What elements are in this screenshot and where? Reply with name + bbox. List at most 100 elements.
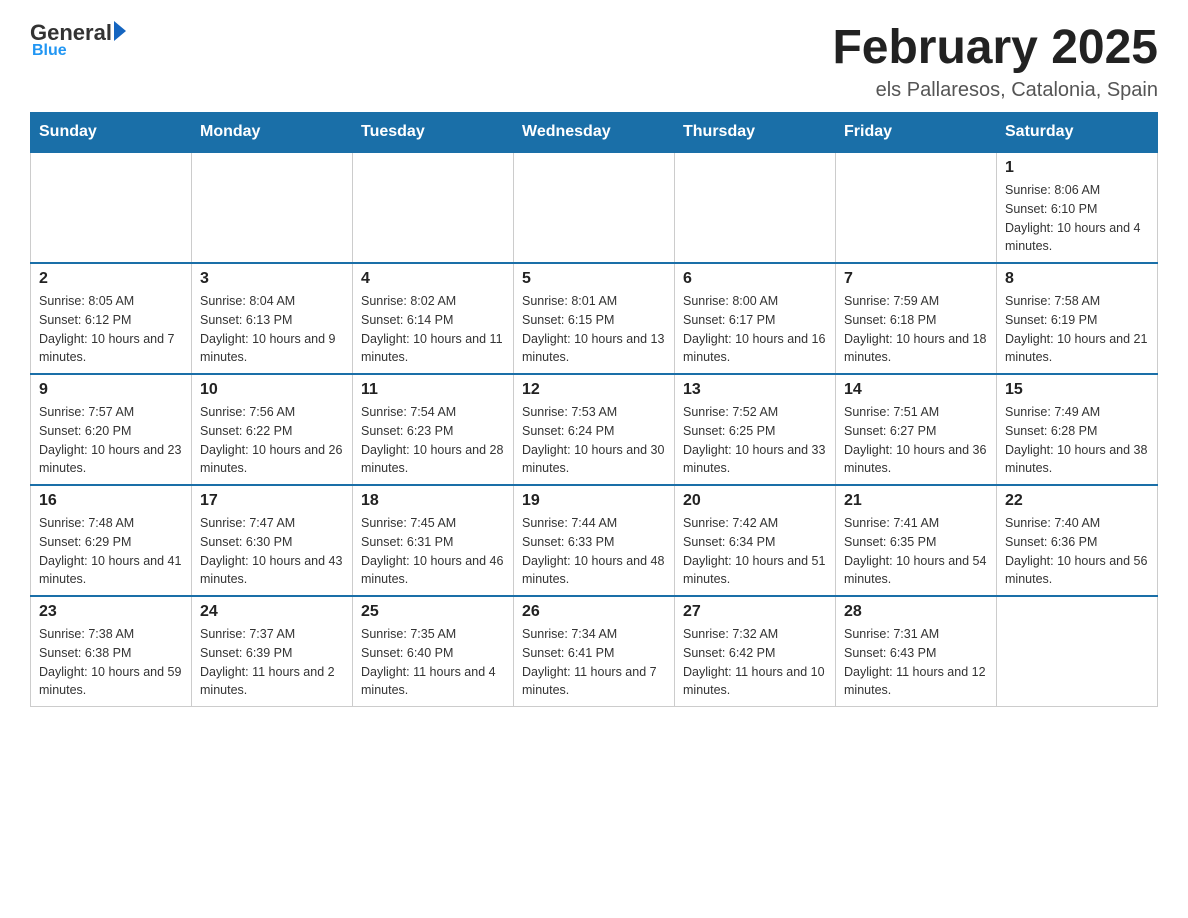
calendar-day-cell: 19 Sunrise: 7:44 AMSunset: 6:33 PMDayligh… xyxy=(514,485,675,596)
calendar-day-cell xyxy=(353,152,514,263)
calendar-day-cell xyxy=(192,152,353,263)
calendar-day-cell xyxy=(514,152,675,263)
calendar-day-cell: 22Sunrise: 7:40 AMSunset: 6:36 PMDayligh… xyxy=(997,485,1158,596)
day-info: Sunrise: 7:42 AMSunset: 6:34 PMDaylight:… xyxy=(683,514,827,589)
calendar-day-cell: 21 Sunrise: 7:41 AMSunset: 6:35 PMDayligh… xyxy=(836,485,997,596)
calendar-day-cell: 16 Sunrise: 7:48 AMSunset: 6:29 PMDayligh… xyxy=(31,485,192,596)
calendar-day-cell: 18 Sunrise: 7:45 AMSunset: 6:31 PMDayligh… xyxy=(353,485,514,596)
day-info: Sunrise: 7:44 AMSunset: 6:33 PMDaylight:… xyxy=(522,514,666,589)
calendar-day-cell: 8 Sunrise: 7:58 AMSunset: 6:19 PMDaylight… xyxy=(997,263,1158,374)
calendar-day-cell: 26Sunrise: 7:34 AMSunset: 6:41 PMDayligh… xyxy=(514,596,675,707)
day-number: 23 xyxy=(39,603,183,621)
day-number: 21 xyxy=(844,492,988,510)
day-number: 19 xyxy=(522,492,666,510)
day-info: Sunrise: 8:02 AMSunset: 6:14 PMDaylight:… xyxy=(361,292,505,367)
calendar-week-row: 2 Sunrise: 8:05 AMSunset: 6:12 PMDaylight… xyxy=(31,263,1158,374)
calendar-day-cell: 12Sunrise: 7:53 AMSunset: 6:24 PMDayligh… xyxy=(514,374,675,485)
day-number: 20 xyxy=(683,492,827,510)
calendar-day-cell: 28 Sunrise: 7:31 AMSunset: 6:43 PMDayligh… xyxy=(836,596,997,707)
calendar-day-cell: 4 Sunrise: 8:02 AMSunset: 6:14 PMDaylight… xyxy=(353,263,514,374)
day-info: Sunrise: 7:37 AMSunset: 6:39 PMDaylight:… xyxy=(200,625,344,700)
day-number: 26 xyxy=(522,603,666,621)
day-info: Sunrise: 7:38 AMSunset: 6:38 PMDaylight:… xyxy=(39,625,183,700)
logo: General Blue xyxy=(30,20,126,60)
day-number: 11 xyxy=(361,381,505,399)
calendar-day-cell: 13 Sunrise: 7:52 AMSunset: 6:25 PMDayligh… xyxy=(675,374,836,485)
weekday-header: Monday xyxy=(192,113,353,153)
day-info: Sunrise: 7:57 AMSunset: 6:20 PMDaylight:… xyxy=(39,403,183,478)
calendar-day-cell: 15 Sunrise: 7:49 AMSunset: 6:28 PMDayligh… xyxy=(997,374,1158,485)
day-info: Sunrise: 7:41 AMSunset: 6:35 PMDaylight:… xyxy=(844,514,988,589)
day-number: 4 xyxy=(361,270,505,288)
calendar-day-cell xyxy=(836,152,997,263)
calendar-day-cell: 10Sunrise: 7:56 AMSunset: 6:22 PMDayligh… xyxy=(192,374,353,485)
day-info: Sunrise: 7:56 AMSunset: 6:22 PMDaylight:… xyxy=(200,403,344,478)
calendar-day-cell: 5Sunrise: 8:01 AMSunset: 6:15 PMDaylight… xyxy=(514,263,675,374)
calendar-day-cell xyxy=(997,596,1158,707)
day-info: Sunrise: 7:52 AMSunset: 6:25 PMDaylight:… xyxy=(683,403,827,478)
day-info: Sunrise: 7:40 AMSunset: 6:36 PMDaylight:… xyxy=(1005,514,1149,589)
logo-arrow-icon xyxy=(114,21,126,41)
day-number: 9 xyxy=(39,381,183,399)
calendar-day-cell: 24 Sunrise: 7:37 AMSunset: 6:39 PMDayligh… xyxy=(192,596,353,707)
day-info: Sunrise: 7:58 AMSunset: 6:19 PMDaylight:… xyxy=(1005,292,1149,367)
calendar-week-row: 23 Sunrise: 7:38 AMSunset: 6:38 PMDayligh… xyxy=(31,596,1158,707)
day-info: Sunrise: 7:48 AMSunset: 6:29 PMDaylight:… xyxy=(39,514,183,589)
day-info: Sunrise: 7:51 AMSunset: 6:27 PMDaylight:… xyxy=(844,403,988,478)
day-number: 6 xyxy=(683,270,827,288)
calendar-day-cell: 27 Sunrise: 7:32 AMSunset: 6:42 PMDayligh… xyxy=(675,596,836,707)
calendar-week-row: 9 Sunrise: 7:57 AMSunset: 6:20 PMDaylight… xyxy=(31,374,1158,485)
weekday-header: Thursday xyxy=(675,113,836,153)
calendar-day-cell: 2 Sunrise: 8:05 AMSunset: 6:12 PMDaylight… xyxy=(31,263,192,374)
calendar-day-cell: 25 Sunrise: 7:35 AMSunset: 6:40 PMDayligh… xyxy=(353,596,514,707)
calendar-day-cell xyxy=(31,152,192,263)
day-info: Sunrise: 7:47 AMSunset: 6:30 PMDaylight:… xyxy=(200,514,344,589)
weekday-header: Wednesday xyxy=(514,113,675,153)
calendar-title: February 2025 xyxy=(832,20,1158,75)
day-number: 28 xyxy=(844,603,988,621)
calendar-subtitle: els Pallaresos, Catalonia, Spain xyxy=(832,79,1158,102)
calendar-day-cell: 1 Sunrise: 8:06 AMSunset: 6:10 PMDaylight… xyxy=(997,152,1158,263)
weekday-header: Saturday xyxy=(997,113,1158,153)
day-info: Sunrise: 7:59 AMSunset: 6:18 PMDaylight:… xyxy=(844,292,988,367)
calendar-day-cell: 9 Sunrise: 7:57 AMSunset: 6:20 PMDaylight… xyxy=(31,374,192,485)
day-number: 18 xyxy=(361,492,505,510)
day-info: Sunrise: 7:35 AMSunset: 6:40 PMDaylight:… xyxy=(361,625,505,700)
calendar-day-cell: 6 Sunrise: 8:00 AMSunset: 6:17 PMDaylight… xyxy=(675,263,836,374)
day-number: 15 xyxy=(1005,381,1149,399)
day-info: Sunrise: 7:31 AMSunset: 6:43 PMDaylight:… xyxy=(844,625,988,700)
day-number: 8 xyxy=(1005,270,1149,288)
weekday-header: Tuesday xyxy=(353,113,514,153)
calendar-day-cell xyxy=(675,152,836,263)
day-number: 17 xyxy=(200,492,344,510)
day-number: 16 xyxy=(39,492,183,510)
day-info: Sunrise: 7:45 AMSunset: 6:31 PMDaylight:… xyxy=(361,514,505,589)
calendar-week-row: 16 Sunrise: 7:48 AMSunset: 6:29 PMDayligh… xyxy=(31,485,1158,596)
day-number: 3 xyxy=(200,270,344,288)
calendar-day-cell: 14 Sunrise: 7:51 AMSunset: 6:27 PMDayligh… xyxy=(836,374,997,485)
calendar-day-cell: 3 Sunrise: 8:04 AMSunset: 6:13 PMDaylight… xyxy=(192,263,353,374)
day-info: Sunrise: 8:00 AMSunset: 6:17 PMDaylight:… xyxy=(683,292,827,367)
weekday-header: Sunday xyxy=(31,113,192,153)
calendar-day-cell: 11Sunrise: 7:54 AMSunset: 6:23 PMDayligh… xyxy=(353,374,514,485)
day-number: 27 xyxy=(683,603,827,621)
day-number: 24 xyxy=(200,603,344,621)
day-info: Sunrise: 8:04 AMSunset: 6:13 PMDaylight:… xyxy=(200,292,344,367)
day-info: Sunrise: 8:05 AMSunset: 6:12 PMDaylight:… xyxy=(39,292,183,367)
page-header: General Blue February 2025 els Pallareso… xyxy=(30,20,1158,102)
calendar-table: SundayMondayTuesdayWednesdayThursdayFrid… xyxy=(30,112,1158,707)
day-number: 25 xyxy=(361,603,505,621)
day-number: 14 xyxy=(844,381,988,399)
day-number: 13 xyxy=(683,381,827,399)
weekday-header: Friday xyxy=(836,113,997,153)
day-info: Sunrise: 7:53 AMSunset: 6:24 PMDaylight:… xyxy=(522,403,666,478)
day-info: Sunrise: 7:32 AMSunset: 6:42 PMDaylight:… xyxy=(683,625,827,700)
logo-blue: Blue xyxy=(32,42,67,60)
weekday-header-row: SundayMondayTuesdayWednesdayThursdayFrid… xyxy=(31,113,1158,153)
day-number: 1 xyxy=(1005,159,1149,177)
day-info: Sunrise: 7:49 AMSunset: 6:28 PMDaylight:… xyxy=(1005,403,1149,478)
calendar-day-cell: 23 Sunrise: 7:38 AMSunset: 6:38 PMDayligh… xyxy=(31,596,192,707)
day-number: 2 xyxy=(39,270,183,288)
day-info: Sunrise: 8:01 AMSunset: 6:15 PMDaylight:… xyxy=(522,292,666,367)
day-info: Sunrise: 8:06 AMSunset: 6:10 PMDaylight:… xyxy=(1005,181,1149,256)
